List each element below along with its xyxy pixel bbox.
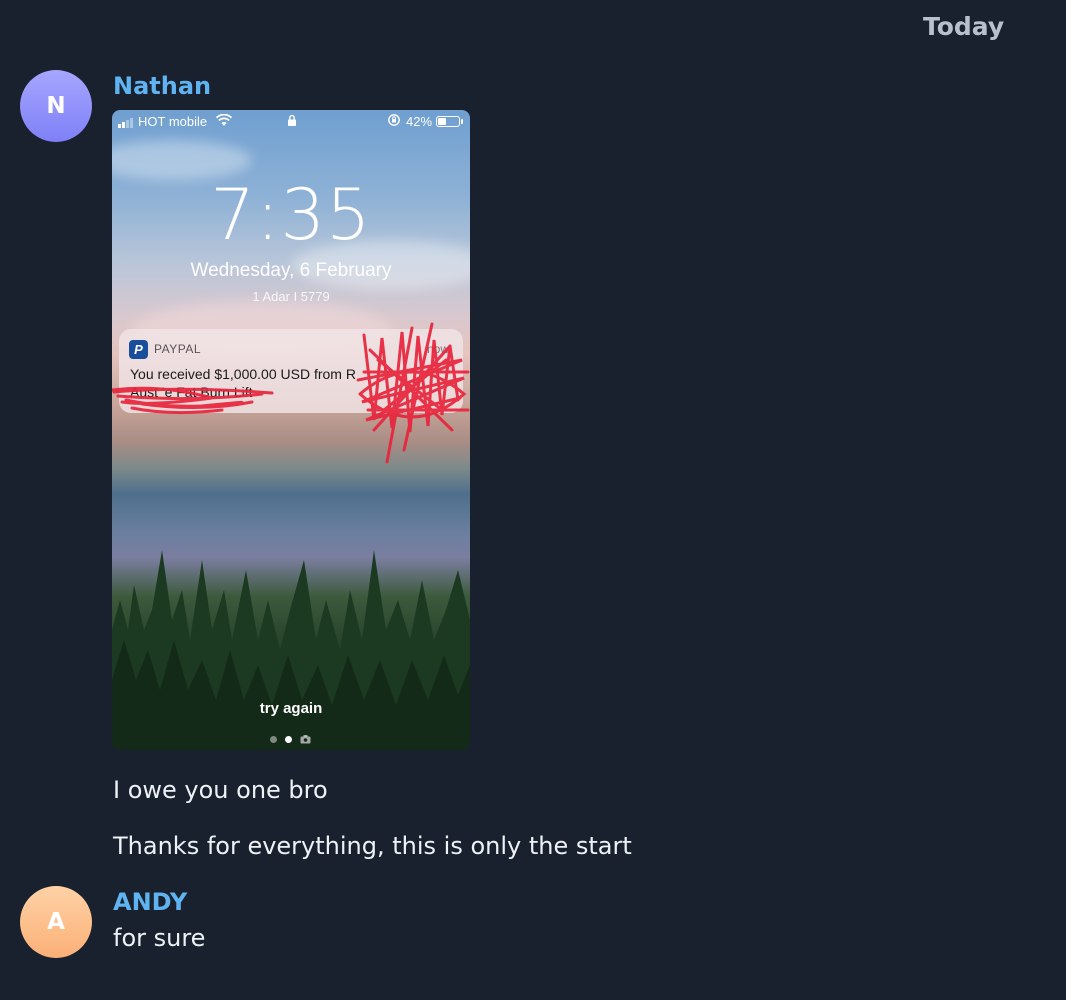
page-dot [270,736,277,743]
message-text: I owe you one bro [113,776,328,804]
wifi-icon [216,114,232,126]
sender-name-nathan[interactable]: Nathan [113,72,211,100]
notification-line2: Aust 'e Fat Burn Lift [130,384,253,400]
battery-percentage: 42% [406,114,433,129]
lockscreen-hebrew-date: 1 Adar I 5779 [252,289,330,304]
notification-app-name: PAYPAL [154,342,202,356]
camera-icon [300,735,311,744]
page-dot-active [285,736,292,743]
paypal-logo-icon: P [129,340,148,359]
rotation-lock-icon [388,114,400,126]
chat-history: Today N Nathan HOT mobile 42% 7:35 Wedne… [0,0,1066,1000]
notification-body-tail: R [345,366,356,382]
message-text: Thanks for everything, this is only the … [113,832,632,860]
notification-body-text: You received $1,000.00 USD from [130,366,342,382]
notification-body: You received $1,000.00 USD from R [130,366,356,382]
try-again-label: try again [259,700,323,717]
paypal-notification: P PAYPAL now You received $1,000.00 USD … [119,329,463,413]
lockscreen-date: Wednesday, 6 February [190,260,392,281]
signal-icon [118,118,133,128]
image-attachment[interactable]: HOT mobile 42% 7:35 Wednesday, 6 Februar… [112,110,470,750]
avatar-andy[interactable]: A [20,886,92,958]
status-bar: HOT mobile 42% [112,110,470,134]
lock-icon [288,114,296,126]
message-text: for sure [113,924,206,952]
lockscreen-clock: 7:35 [210,174,372,256]
battery-level-fill [438,118,446,125]
avatar-nathan[interactable]: N [20,70,92,142]
battery-icon [436,116,460,127]
battery-cap [461,119,463,124]
date-separator: Today [923,12,1005,41]
notification-time: now [426,342,449,356]
sender-name-andy[interactable]: ANDY [113,888,187,916]
page-indicator [270,735,311,744]
carrier-label: HOT mobile [138,114,208,129]
